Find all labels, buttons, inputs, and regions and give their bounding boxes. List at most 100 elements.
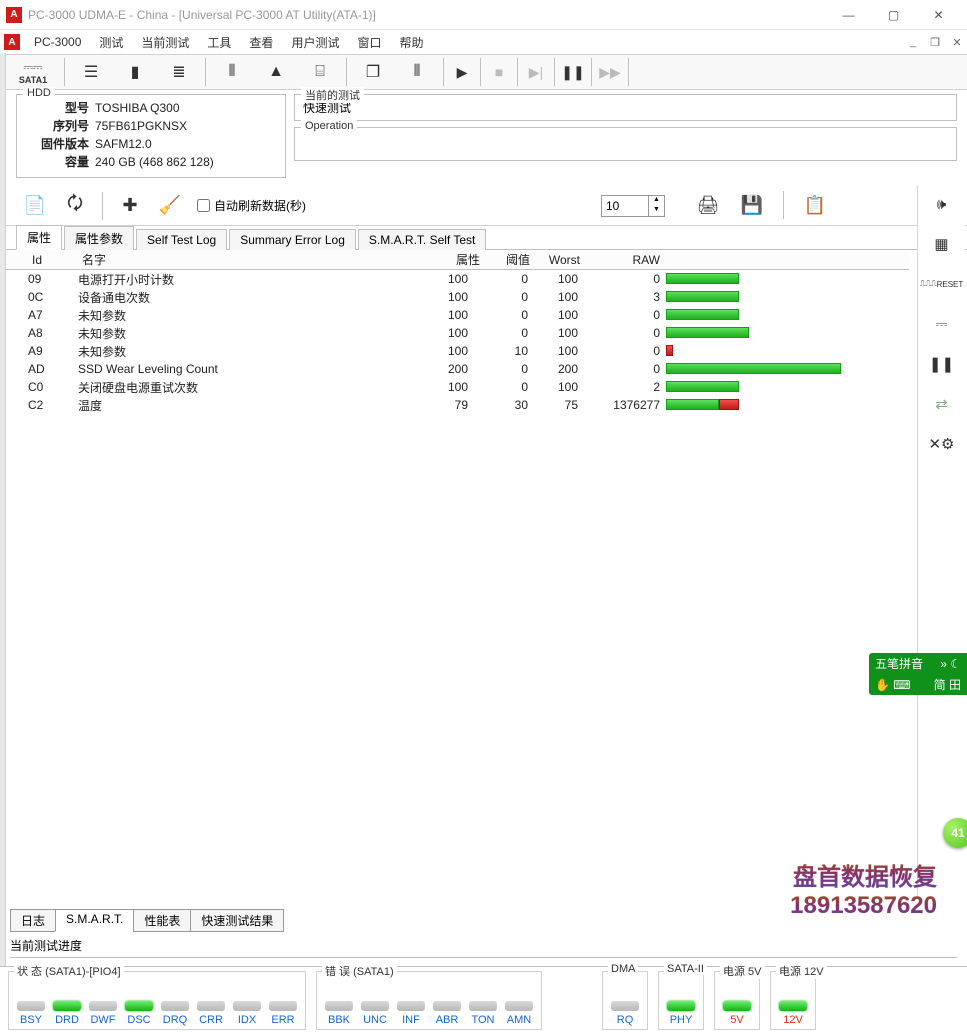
wand-button[interactable]: 🧹	[153, 191, 187, 221]
slider-button[interactable]: ⇄	[928, 392, 956, 416]
settings-button[interactable]: ✕⚙	[928, 432, 956, 456]
hdd-fw-label: 固件版本	[25, 135, 89, 153]
interval-input[interactable]	[602, 197, 648, 215]
status-sata2-legend: SATA-II	[664, 963, 707, 975]
tool-btn-3[interactable]: ≣	[163, 56, 195, 88]
spin-up[interactable]: ▲	[648, 196, 664, 206]
bar-chart	[666, 327, 909, 339]
window-close-button[interactable]: ✕	[916, 1, 961, 29]
clipboard-button[interactable]: 📋	[798, 191, 832, 221]
current-test-value: 快速测试	[303, 99, 948, 116]
save-button[interactable]: 💾	[735, 191, 769, 221]
cell-name: 关闭硬盘电源重试次数	[78, 379, 408, 396]
cell-name: SSD Wear Leveling Count	[78, 362, 408, 376]
tab-attributes[interactable]: 属性	[16, 225, 62, 250]
doc-refresh-button[interactable]: 🗘	[58, 191, 92, 221]
menu-view[interactable]: 查看	[241, 31, 281, 54]
reset-button[interactable]: ⎍⎍⎍RESET	[928, 272, 956, 296]
tab-smart-selftest[interactable]: S.M.A.R.T. Self Test	[358, 229, 486, 250]
status-group-state: 状 态 (SATA1)-[PIO4] BSYDRDDWFDSCDRQCRRIDX…	[8, 971, 306, 1030]
mdi-restore-button[interactable]: ❐	[925, 34, 945, 50]
table-row[interactable]: A8未知参数10001000	[6, 324, 909, 342]
tool-btn-8[interactable]: ⦀	[401, 56, 433, 88]
col-attr[interactable]: 属性	[408, 251, 484, 268]
table-row[interactable]: 0C设备通电次数10001003	[6, 288, 909, 306]
cell-name: 温度	[78, 397, 408, 414]
cell-id: AD	[28, 362, 78, 376]
operation-fieldset: Operation	[294, 127, 957, 161]
table-row[interactable]: C0关闭硬盘电源重试次数10001002	[6, 378, 909, 396]
btab-perf[interactable]: 性能表	[133, 909, 191, 932]
cell-attr: 100	[408, 272, 484, 286]
table-row[interactable]: 09电源打开小时计数10001000	[6, 270, 909, 288]
interval-spinbox[interactable]: ▲▼	[601, 195, 665, 217]
tool-btn-2[interactable]: ▮	[119, 56, 151, 88]
col-worst[interactable]: Worst	[534, 253, 584, 267]
mdi-minimize-button[interactable]: _	[903, 34, 923, 50]
table-row[interactable]: ADSSD Wear Leveling Count20002000	[6, 360, 909, 378]
right-sidebar: 🕪 ▦ ⎍⎍⎍RESET ⎓ ❚❚ ⇄ ✕⚙	[917, 186, 965, 896]
status-item: DRD	[51, 1001, 83, 1026]
plug-button[interactable]: ⎓	[928, 312, 956, 336]
menu-current-test[interactable]: 当前测试	[133, 31, 197, 54]
pause-side-button[interactable]: ❚❚	[928, 352, 956, 376]
cell-worst: 100	[534, 290, 584, 304]
spin-down[interactable]: ▼	[648, 206, 664, 216]
btab-log[interactable]: 日志	[10, 909, 56, 932]
bars-icon: ⦀	[413, 63, 420, 81]
plus-button[interactable]: ✚	[113, 191, 147, 221]
window-maximize-button[interactable]: ▢	[871, 1, 916, 29]
cell-raw: 0	[584, 308, 664, 322]
pause-button[interactable]: ❚❚	[559, 64, 587, 81]
col-thr[interactable]: 阈值	[484, 251, 534, 268]
tool-btn-5[interactable]: ▲	[260, 56, 292, 88]
btab-smart[interactable]: S.M.A.R.T.	[55, 909, 134, 932]
doc-edit-button[interactable]: 📄	[18, 191, 52, 221]
hdd-model-value: TOSHIBA Q300	[95, 99, 180, 117]
ime-panel[interactable]: 五笔拼音» ☾ ✋ ⌨简 ⽥	[869, 653, 967, 695]
cell-raw: 2	[584, 380, 664, 394]
window-minimize-button[interactable]: —	[826, 1, 871, 29]
tool-btn-4[interactable]: ⫴	[216, 56, 248, 88]
cell-name: 未知参数	[78, 307, 408, 324]
tool-btn-7[interactable]: ❐	[357, 56, 389, 88]
triangle-icon: ▲	[268, 63, 284, 81]
table-row[interactable]: A7未知参数10001000	[6, 306, 909, 324]
tab-summary-error[interactable]: Summary Error Log	[229, 229, 356, 250]
tab-attr-params[interactable]: 属性参数	[64, 226, 134, 250]
table-row[interactable]: C2温度7930751376277	[6, 396, 909, 414]
col-raw[interactable]: RAW	[584, 253, 664, 267]
float-badge[interactable]: 41	[943, 818, 967, 848]
cell-id: 09	[28, 272, 78, 286]
tool-btn-6[interactable]: ⌸	[304, 56, 336, 88]
tool-btn-1[interactable]: ☰	[75, 56, 107, 88]
menu-help[interactable]: 帮助	[391, 31, 431, 54]
auto-refresh-checkbox[interactable]: 自动刷新数据(秒)	[197, 197, 306, 214]
menu-window[interactable]: 窗口	[349, 31, 389, 54]
table-row[interactable]: A9未知参数100101000	[6, 342, 909, 360]
status-led-icon	[469, 1001, 497, 1011]
ff-button[interactable]: ▶▶	[596, 64, 624, 81]
sata-port-button[interactable]: ⎓⎓ SATA1	[12, 56, 54, 88]
step-button[interactable]: ▶|	[522, 64, 550, 81]
menu-user-test[interactable]: 用户测试	[283, 31, 347, 54]
cell-threshold: 0	[484, 326, 534, 340]
col-id[interactable]: Id	[28, 253, 78, 267]
cell-id: C0	[28, 380, 78, 394]
menu-test[interactable]: 测试	[91, 31, 131, 54]
auto-refresh-input[interactable]	[197, 199, 210, 212]
speaker-button[interactable]: 🕪	[928, 192, 956, 216]
cell-raw: 0	[584, 362, 664, 376]
col-name[interactable]: 名字	[78, 251, 408, 268]
stop-button[interactable]: ■	[485, 64, 513, 80]
menu-app[interactable]: PC-3000	[26, 32, 89, 52]
status-item: ERR	[267, 1001, 299, 1026]
btab-quick[interactable]: 快速测试结果	[190, 909, 284, 932]
print-button[interactable]: 🖨	[691, 191, 725, 221]
tab-selftest-log[interactable]: Self Test Log	[136, 229, 227, 250]
status-error-legend: 错 误 (SATA1)	[322, 963, 397, 979]
chip-button[interactable]: ▦	[928, 232, 956, 256]
play-button[interactable]: ▶	[448, 64, 476, 81]
mdi-close-button[interactable]: ✕	[947, 34, 967, 50]
menu-tools[interactable]: 工具	[199, 31, 239, 54]
